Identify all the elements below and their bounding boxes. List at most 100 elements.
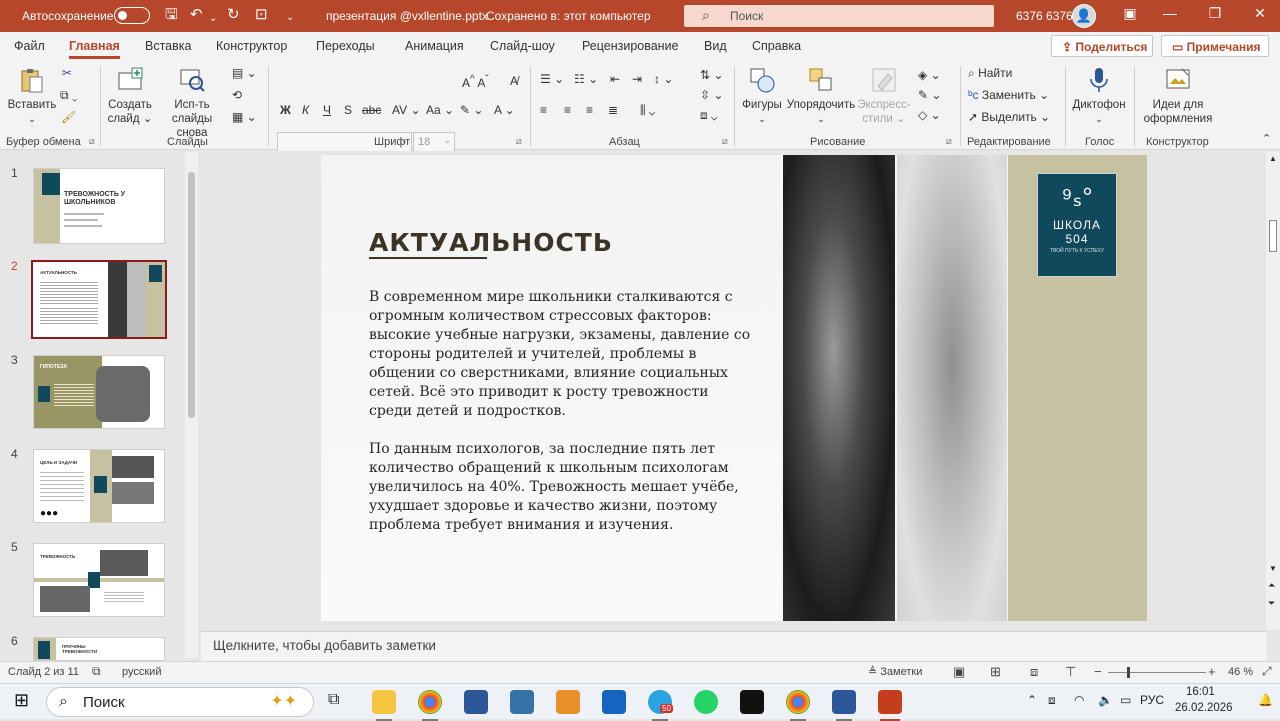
- tray-app-icon[interactable]: ⧈: [1048, 693, 1056, 708]
- volume-icon[interactable]: 🔈: [1098, 693, 1113, 707]
- underline-icon[interactable]: Ч: [323, 103, 331, 117]
- text-direction-icon[interactable]: ⇅ ⌄: [700, 68, 723, 82]
- slide-paragraph-1[interactable]: В современном мире школьники сталкиваютс…: [369, 288, 753, 421]
- redo-icon[interactable]: ↻: [227, 6, 240, 24]
- shape-outline-icon[interactable]: ✎ ⌄: [918, 88, 941, 102]
- save-status[interactable]: Сохранено в: этот компьютер: [486, 9, 651, 23]
- school-logo[interactable]: ⁹ₛ° ШКОЛА 504 ТВОЙ ПУТЬ К УСПЕХУ: [1037, 173, 1117, 277]
- search-box[interactable]: ⌕ Поиск: [684, 5, 994, 27]
- bold-icon[interactable]: Ж: [280, 103, 291, 117]
- undo-dropdown-icon[interactable]: ⌄: [209, 10, 217, 28]
- slide-paragraph-2[interactable]: По данным психологов, за последние пять …: [369, 440, 753, 535]
- windows-start-icon[interactable]: ⊞: [14, 690, 29, 711]
- whatsapp-icon[interactable]: [694, 690, 718, 714]
- slideshow-view-icon[interactable]: ⊤: [1065, 664, 1076, 680]
- zoom-slider[interactable]: [1108, 672, 1206, 673]
- shadow-icon[interactable]: S: [344, 103, 352, 117]
- thumbnail-slide-3[interactable]: ГИПОТЕЗА: [33, 355, 165, 429]
- tray-keyboard-language[interactable]: РУС: [1140, 693, 1164, 707]
- share-button[interactable]: ⇪ Поделиться: [1051, 35, 1153, 57]
- arrange-button[interactable]: Упорядочить ⌄: [786, 66, 856, 126]
- prev-slide-icon[interactable]: ⏶: [1268, 580, 1275, 591]
- zoom-slider-thumb[interactable]: [1127, 667, 1130, 678]
- align-right-icon[interactable]: ≡: [586, 103, 593, 117]
- slide-scrollbar[interactable]: ▲ ▼ ⏶ ⏷: [1266, 152, 1280, 630]
- reset-icon[interactable]: ⟲: [232, 88, 242, 102]
- shape-effects-icon[interactable]: ◇ ⌄: [918, 108, 941, 122]
- change-case-icon[interactable]: Aa ⌄: [426, 103, 454, 117]
- task-view-icon[interactable]: ⧉: [328, 691, 339, 709]
- bullets-icon[interactable]: ☰ ⌄: [540, 72, 564, 86]
- next-slide-icon[interactable]: ⏷: [1268, 598, 1275, 609]
- slide-sorter-icon[interactable]: ⊞: [990, 664, 1001, 680]
- designer-button[interactable]: Идеи для оформления: [1140, 66, 1216, 126]
- save-icon[interactable]: 🖫: [165, 6, 178, 24]
- maximize-icon[interactable]: ❐: [1200, 5, 1230, 22]
- tab-home[interactable]: Главная: [69, 39, 120, 59]
- chrome-icon[interactable]: [418, 690, 442, 721]
- document-name[interactable]: презентация @vxllentine.pptx: [326, 9, 488, 23]
- justify-icon[interactable]: ≣: [608, 103, 618, 117]
- store-icon[interactable]: [464, 690, 488, 714]
- notes-pane[interactable]: Щелкните, чтобы добавить заметки: [201, 631, 1267, 661]
- paste-button[interactable]: Вставить ⌄: [6, 66, 58, 126]
- align-left-icon[interactable]: ≡: [540, 103, 547, 117]
- thumbnail-slide-5[interactable]: ТРЕВОЖНОСТЬ: [33, 543, 165, 617]
- shapes-button[interactable]: Фигуры ⌄: [738, 66, 786, 126]
- slide-title[interactable]: АКТУАЛЬНОСТЬ: [369, 228, 613, 257]
- file-explorer-icon[interactable]: [372, 690, 396, 721]
- line-spacing-icon[interactable]: ↕ ⌄: [654, 72, 673, 86]
- font-size-field[interactable]: 18 ⌄: [413, 132, 455, 152]
- present-icon[interactable]: ⊡: [255, 6, 268, 24]
- font-color-icon[interactable]: A ⌄: [494, 103, 515, 117]
- tab-transitions[interactable]: Переходы: [316, 39, 375, 53]
- zoom-in-icon[interactable]: +: [1208, 664, 1216, 679]
- thumbnail-slide-6[interactable]: ПРИЧИНЫ ТРЕВОЖНОСТИ: [33, 637, 165, 661]
- indent-increase-icon[interactable]: ⇥: [632, 72, 642, 86]
- outlook-icon[interactable]: [602, 690, 626, 714]
- wifi-icon[interactable]: ◠: [1074, 693, 1084, 707]
- font-launcher-icon[interactable]: ⧄: [516, 136, 522, 147]
- tab-slideshow[interactable]: Слайд-шоу: [490, 39, 555, 53]
- highlight-icon[interactable]: ✎ ⌄: [460, 103, 483, 117]
- chrome-profile-icon[interactable]: [786, 690, 810, 721]
- font-grow-icon[interactable]: A^ Aˇ: [462, 74, 489, 90]
- notes-toggle-button[interactable]: ≜ Заметки: [868, 665, 922, 678]
- thumbnail-slide-4[interactable]: ЦЕЛЬ И ЗАДАЧИ ●●●: [33, 449, 165, 523]
- italic-icon[interactable]: К: [302, 103, 309, 117]
- undo-icon[interactable]: ↶: [190, 6, 203, 24]
- reading-view-icon[interactable]: ⧈: [1030, 664, 1038, 680]
- select-button[interactable]: ➚ Выделить ⌄: [968, 110, 1050, 124]
- smartart-icon[interactable]: ⧈ ⌄: [700, 108, 717, 123]
- fit-to-window-icon[interactable]: ⤢: [1262, 664, 1272, 679]
- spacing-icon[interactable]: AV ⌄: [392, 103, 421, 117]
- thumbnail-slide-1[interactable]: ТРЕВОЖНОСТЬ У ШКОЛЬНИКОВ: [33, 168, 165, 244]
- clock-date[interactable]: 26.02.2026: [1175, 702, 1233, 714]
- child-photo-1[interactable]: [783, 155, 895, 621]
- collapse-ribbon-icon[interactable]: ⌃: [1262, 132, 1271, 145]
- drawing-launcher-icon[interactable]: ⧄: [946, 136, 952, 147]
- normal-view-icon[interactable]: ▣: [953, 664, 965, 680]
- language-status[interactable]: русский: [122, 666, 161, 678]
- align-text-icon[interactable]: ⇳ ⌄: [700, 88, 723, 102]
- customize-toolbar-icon[interactable]: ⌄: [286, 9, 294, 27]
- notifications-icon[interactable]: 🔔: [1258, 693, 1273, 707]
- zoom-out-icon[interactable]: −: [1094, 664, 1102, 679]
- python-icon[interactable]: [510, 690, 534, 714]
- accessibility-icon[interactable]: ⧉: [92, 664, 101, 679]
- clock-time[interactable]: 16:01: [1186, 686, 1215, 698]
- cut-icon[interactable]: ✂: [62, 66, 72, 80]
- tab-animations[interactable]: Анимация: [405, 39, 464, 53]
- thumbnails-scrollbar[interactable]: [185, 152, 198, 658]
- powerpoint-icon[interactable]: [878, 690, 902, 721]
- clear-format-icon[interactable]: A̸: [510, 74, 518, 88]
- autosave-toggle[interactable]: [114, 7, 150, 24]
- thumbnail-slide-2[interactable]: АКТУАЛЬНОСТЬ: [31, 260, 167, 339]
- close-icon[interactable]: ✕: [1245, 5, 1275, 22]
- user-name[interactable]: 6376 6376: [1016, 9, 1073, 23]
- avatar-icon[interactable]: 👤: [1072, 4, 1096, 28]
- replace-button[interactable]: ᵇc Заменить ⌄: [968, 88, 1049, 102]
- taskbar-search[interactable]: ⌕ Поиск ✦✦: [46, 687, 314, 717]
- clipboard-launcher-icon[interactable]: ⧄: [89, 136, 95, 147]
- sublime-icon[interactable]: [556, 690, 580, 714]
